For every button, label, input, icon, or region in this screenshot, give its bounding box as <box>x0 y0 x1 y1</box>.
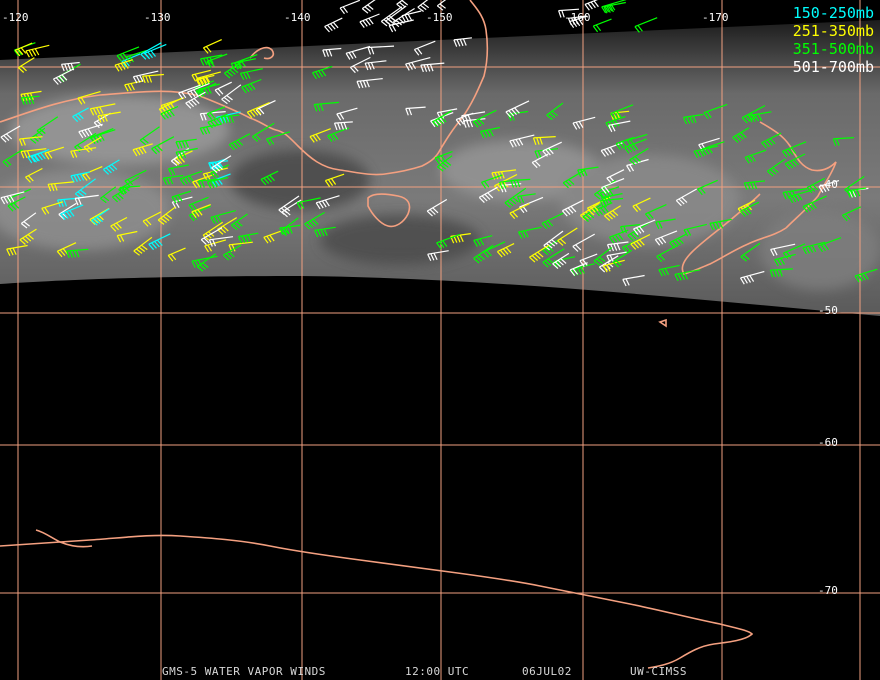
wind-barb <box>436 0 447 11</box>
footer-date: 06JUL02 <box>522 665 572 678</box>
pressure-legend: 150-250mb 251-350mb 351-500mb 501-700mb <box>793 4 874 76</box>
wind-barb <box>25 44 50 58</box>
legend-item-150-250: 150-250mb <box>792 4 874 22</box>
legend-item-251-350: 251-350mb <box>792 22 874 40</box>
wind-barb <box>603 1 626 14</box>
lat-label-60: -60 <box>818 436 838 449</box>
antarctica-inlet-coastline <box>35 529 93 548</box>
lon-label-130: -130 <box>144 11 171 24</box>
wind-barb <box>393 7 415 28</box>
lon-label-170: -170 <box>702 11 729 24</box>
lon-label-160: -160 <box>564 11 591 24</box>
wind-barb <box>388 19 414 33</box>
wind-barb <box>359 13 380 28</box>
legend-item-351-500: 351-500mb <box>792 40 874 58</box>
antarctica-coastline <box>0 534 754 669</box>
lon-label-120: -120 <box>2 11 29 24</box>
lat-label-70: -70 <box>818 584 838 597</box>
wind-barb <box>324 17 343 33</box>
footer-caption: GMS-5 WATER VAPOR WINDS 12:00 UTC 06JUL0… <box>0 665 880 679</box>
footer-satellite: GMS-5 WATER VAPOR WINDS <box>162 665 326 678</box>
lon-label-150: -150 <box>426 11 453 24</box>
wind-barb <box>339 0 361 15</box>
wind-barb <box>634 17 658 33</box>
wind-barb <box>361 0 376 14</box>
satellite-map <box>0 0 880 680</box>
footer-time: 12:00 UTC <box>405 665 470 678</box>
wind-barb <box>417 0 430 12</box>
lat-label-50: -50 <box>818 304 838 317</box>
wind-barb <box>584 0 599 11</box>
lat-label-40: -40 <box>818 178 838 191</box>
wind-barb <box>592 18 612 33</box>
footer-credit: UW-CIMSS <box>630 665 687 678</box>
small-island-coastline <box>658 318 667 328</box>
lon-label-140: -140 <box>284 11 311 24</box>
legend-item-501-700: 501-700mb <box>792 58 874 76</box>
water-vapor-imagery <box>0 20 880 316</box>
